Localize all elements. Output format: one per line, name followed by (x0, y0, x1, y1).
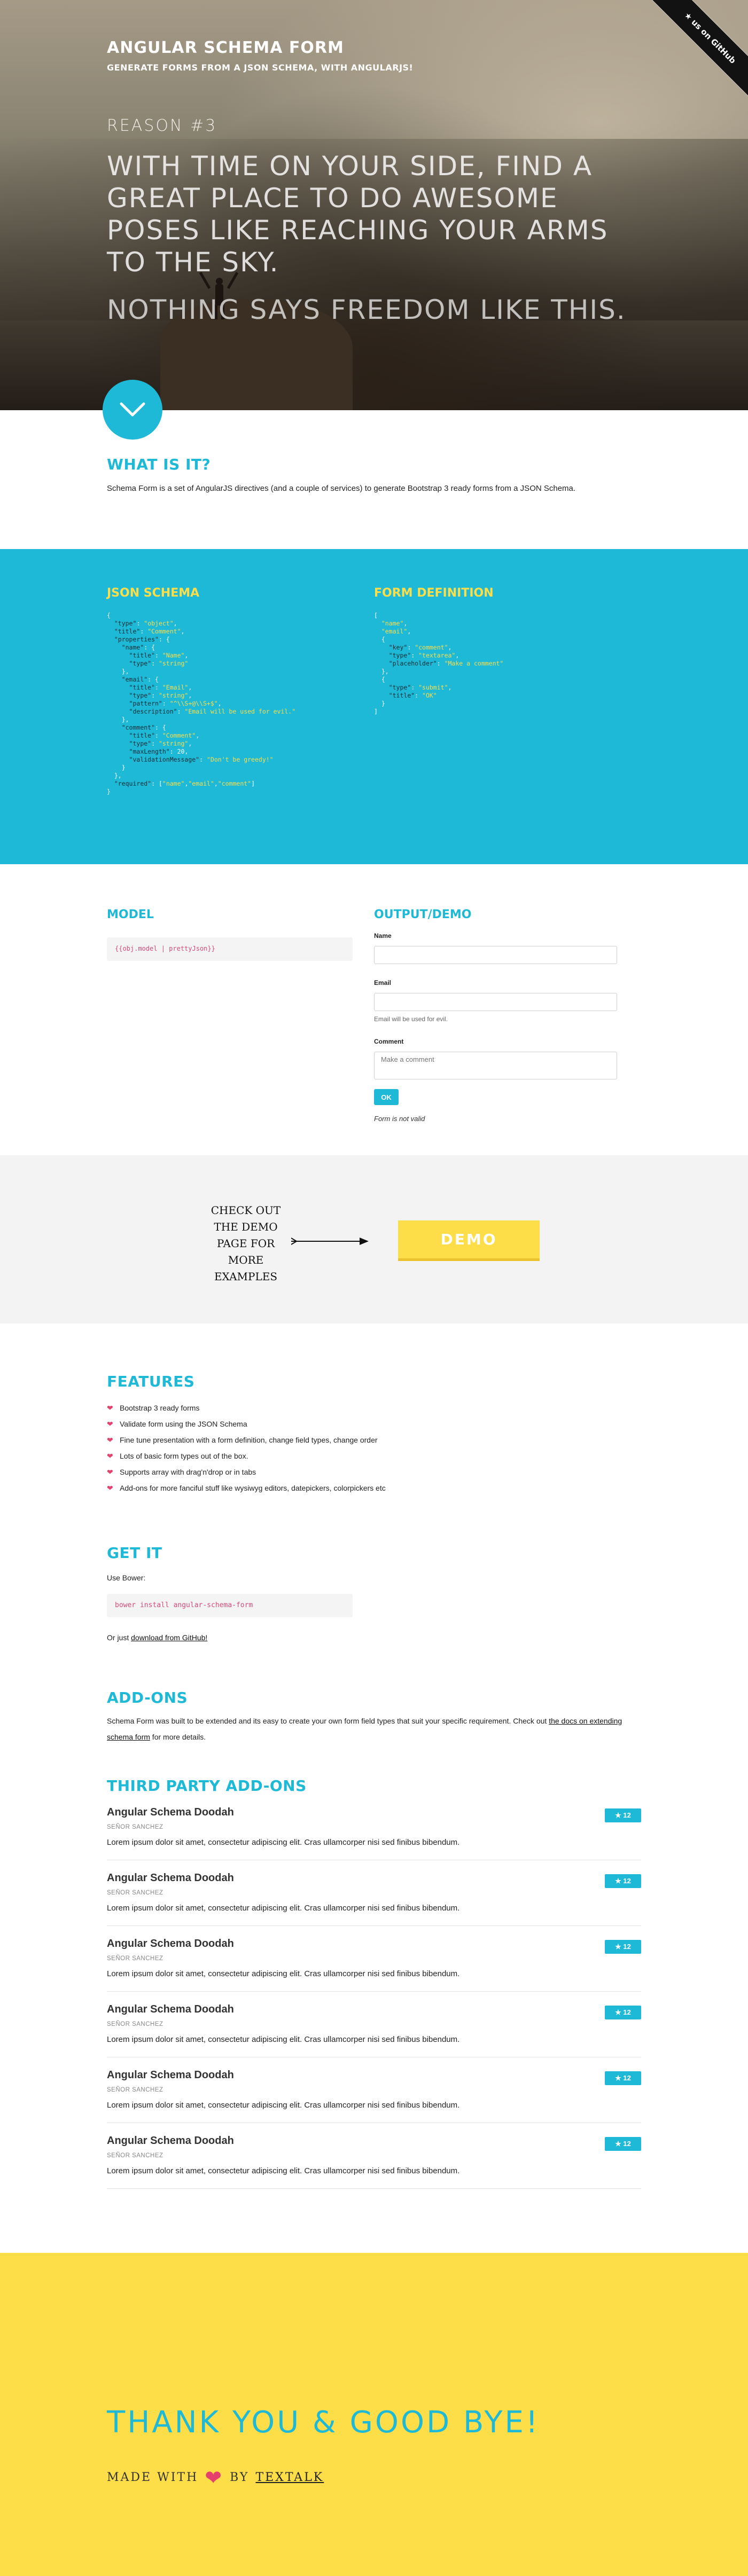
feature-item: ❤ Lots of basic form types out of the box… (107, 1448, 641, 1464)
download-text: Or just download from GitHub! (107, 1633, 208, 1642)
content-section: FEATURES ❤ Bootstrap 3 ready forms ❤ Valid… (0, 1324, 748, 2189)
third-party-heading: THIRD PARTY ADD-ONS (107, 1777, 307, 1795)
demo-note: CHECK OUT THE DEMO PAGE FOR MORE EXAMPLE… (211, 1204, 281, 1283)
star-badge[interactable]: ★ 12 (605, 1874, 641, 1888)
get-it-block: GET IT Use Bower: bower install angular-… (107, 1544, 641, 1642)
site-title: ANGULAR SCHEMA FORM (107, 38, 344, 57)
form-status: Form is not valid (374, 1115, 425, 1123)
heart-icon: ❤ (107, 1404, 113, 1412)
heart-icon: ❤ (107, 1452, 113, 1460)
demo-button[interactable]: DEMO (398, 1220, 540, 1261)
footer: THANK YOU & GOOD BYE! MADE WITH ❤ BY TEX… (0, 2253, 748, 2576)
addon-description: Lorem ipsum dolor sit amet, consectetur … (107, 1838, 460, 1847)
third-party-block: THIRD PARTY ADD-ONS Angular Schema Dooda… (107, 1777, 641, 2189)
what-text: Schema Form is a set of AngularJS direct… (107, 484, 576, 493)
github-ribbon[interactable]: ★ us on GitHub (650, 0, 748, 98)
heart-icon: ❤ (107, 1436, 113, 1444)
json-schema-column: JSON SCHEMA { "type": "object", "title":… (107, 586, 374, 796)
star-badge[interactable]: ★ 12 (605, 1808, 641, 1822)
made-with-text: MADE WITH (107, 2471, 199, 2484)
model-output: {{obj.model | prettyJson}} (107, 937, 353, 961)
star-badge[interactable]: ★ 12 (605, 2006, 641, 2019)
features-list: ❤ Bootstrap 3 ready forms ❤ Validate form … (107, 1400, 641, 1496)
email-help: Email will be used for evil. (374, 1015, 448, 1023)
addon-name[interactable]: Angular Schema Doodah (107, 2135, 641, 2147)
addon-description: Lorem ipsum dolor sit amet, consectetur … (107, 2101, 460, 2110)
addon-name[interactable]: Angular Schema Doodah (107, 2003, 641, 2016)
model-heading: MODEL (107, 908, 154, 921)
heart-icon: ❤ (107, 1468, 113, 1476)
feature-item: ❤ Validate form using the JSON Schema (107, 1416, 641, 1432)
addon-description: Lorem ipsum dolor sit amet, consectetur … (107, 2035, 460, 2044)
hero-tagline: WITH TIME ON YOUR SIDE, FIND A GREAT PLA… (107, 151, 609, 278)
heart-icon: ❤ (205, 2465, 224, 2489)
comment-label: Comment (374, 1038, 404, 1045)
bower-command: bower install angular-schema-form (107, 1594, 353, 1617)
get-it-heading: GET IT (107, 1544, 162, 1562)
chevron-down-icon (120, 402, 145, 417)
json-schema-heading: JSON SCHEMA (107, 586, 200, 600)
star-badge[interactable]: ★ 12 (605, 2071, 641, 2085)
use-bower-text: Use Bower: (107, 1573, 146, 1582)
comment-field[interactable] (374, 1052, 617, 1079)
addon-name[interactable]: Angular Schema Doodah (107, 2069, 641, 2081)
addon-description: Lorem ipsum dolor sit amet, consectetur … (107, 1904, 460, 1913)
demo-cta-section: CHECK OUT THE DEMO PAGE FOR MORE EXAMPLE… (0, 1155, 748, 1324)
by-text: BY (230, 2471, 250, 2484)
json-schema-code: { "type": "object", "title": "Comment", … (107, 612, 296, 795)
features-heading: FEATURES (107, 1373, 195, 1390)
feature-item: ❤ Supports array with drag'n'drop or in t… (107, 1464, 641, 1480)
addon-name[interactable]: Angular Schema Doodah (107, 1938, 641, 1950)
star-badge[interactable]: ★ 12 (605, 1940, 641, 1954)
what-heading: WHAT IS IT? (107, 456, 211, 473)
addon-description: Lorem ipsum dolor sit amet, consectetur … (107, 1969, 460, 1978)
download-link[interactable]: download from GitHub! (131, 1633, 207, 1642)
addon-name[interactable]: Angular Schema Doodah (107, 1806, 641, 1819)
made-with-line: MADE WITH ❤ BY TEXTALK (107, 2465, 641, 2489)
addons-heading: ADD-ONS (107, 1689, 188, 1706)
feature-item: ❤ Add-ons for more fanciful stuff like wy… (107, 1480, 641, 1496)
form-definition-code: [ "name", "email", { "key": "comment", "… (374, 612, 504, 715)
form-definition-column: FORM DEFINITION [ "name", "email", { "ke… (374, 586, 641, 796)
arrow-icon (291, 1238, 369, 1245)
addon-item: Angular Schema Doodah SEÑOR SANCHEZ Lore… (107, 2057, 641, 2123)
model-section: MODEL {{obj.model | prettyJson}} OUTPUT/… (0, 864, 748, 1155)
feature-item: ❤ Fine tune presentation with a form defi… (107, 1432, 641, 1448)
name-label: Name (374, 932, 392, 939)
site-subtitle: GENERATE FORMS FROM A JSON SCHEMA, WITH … (107, 62, 414, 73)
star-badge[interactable]: ★ 12 (605, 2137, 641, 2151)
addons-block: ADD-ONS Schema Form was built to be exte… (107, 1689, 641, 1745)
addon-author: SEÑOR SANCHEZ (107, 1824, 163, 1830)
form-definition-heading: FORM DEFINITION (374, 586, 494, 600)
output-heading: OUTPUT/DEMO (374, 908, 472, 921)
thanks-text: THANK YOU & GOOD BYE! (107, 2405, 540, 2440)
addon-item: Angular Schema Doodah SEÑOR SANCHEZ Lore… (107, 1795, 641, 1860)
addon-author: SEÑOR SANCHEZ (107, 1955, 163, 1962)
reason-label: REASON #3 (107, 116, 217, 135)
addons-text: Schema Form was built to be extended and… (107, 1717, 622, 1741)
heart-icon: ❤ (107, 1484, 113, 1492)
addon-name[interactable]: Angular Schema Doodah (107, 1872, 641, 1884)
addon-author: SEÑOR SANCHEZ (107, 2152, 163, 2159)
ok-button[interactable]: OK (374, 1089, 399, 1105)
demo-form: Name Email Email will be used for evil. … (374, 932, 617, 1123)
name-field[interactable] (374, 946, 617, 964)
scroll-down-button[interactable] (103, 380, 162, 440)
textalk-link[interactable]: TEXTALK (255, 2471, 324, 2484)
schema-section: JSON SCHEMA { "type": "object", "title":… (0, 549, 748, 864)
addon-author: SEÑOR SANCHEZ (107, 1890, 163, 1896)
email-label: Email (374, 979, 392, 986)
addon-item: Angular Schema Doodah SEÑOR SANCHEZ Lore… (107, 1860, 641, 1926)
addon-author: SEÑOR SANCHEZ (107, 2087, 163, 2093)
addon-item: Angular Schema Doodah SEÑOR SANCHEZ Lore… (107, 1992, 641, 2057)
hero-tagline-2: NOTHING SAYS FREEDOM LIKE THIS. (107, 294, 626, 325)
heart-icon: ❤ (107, 1420, 113, 1428)
hero: ★ us on GitHub ANGULAR SCHEMA FORM GENER… (0, 0, 748, 410)
addon-item: Angular Schema Doodah SEÑOR SANCHEZ Lore… (107, 1926, 641, 1992)
addon-item: Angular Schema Doodah SEÑOR SANCHEZ Lore… (107, 2123, 641, 2189)
addon-description: Lorem ipsum dolor sit amet, consectetur … (107, 2166, 460, 2175)
feature-item: ❤ Bootstrap 3 ready forms (107, 1400, 641, 1416)
email-field[interactable] (374, 993, 617, 1011)
addon-author: SEÑOR SANCHEZ (107, 2021, 163, 2027)
